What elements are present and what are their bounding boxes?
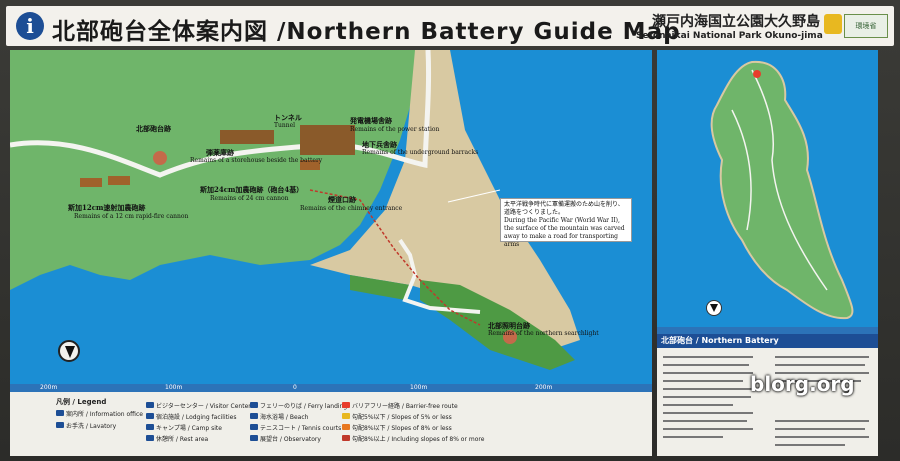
header-bar: i 北部砲台全体案内図 /Northern Battery Guide Map … [6, 6, 894, 46]
chimney-label: 煙道口跡 [328, 195, 356, 204]
storehouse-label-en: Remains of a storehouse beside the batte… [190, 157, 323, 164]
slope-8-plus-icon [342, 435, 350, 441]
beach-icon [250, 413, 258, 419]
power-station-remains [300, 125, 355, 155]
legend-item: 休憩所 / Rest area [146, 434, 208, 443]
text-line [775, 356, 869, 358]
text-line [663, 436, 723, 438]
cannon-label: 斯加24cm加農砲跡（砲台4基） [200, 185, 304, 194]
tunnel-label-en: Tunnel [274, 122, 296, 129]
text-line [663, 372, 753, 374]
power-station-label: 発電機場舎跡 [350, 116, 392, 125]
tennis-icon [250, 424, 258, 430]
barrier-free-route-icon [342, 402, 350, 408]
text-line [663, 356, 753, 358]
side-scale-bar [657, 327, 878, 334]
park-name: 瀬戸内海国立公園大久野島 Setonaikai National Park Ok… [636, 11, 823, 41]
text-line [663, 380, 743, 382]
side-compass-icon [706, 300, 722, 316]
power-station-label-en: Remains of the power station [350, 126, 440, 133]
map-scale-bar: 200m 100m 0 100m 200m [10, 384, 652, 392]
compass-icon [58, 340, 80, 362]
text-line [775, 436, 869, 438]
island-shape [710, 60, 854, 320]
scale-tick: 0 [293, 384, 297, 391]
searchlight-label-en: Remains of the northern searchlight [488, 330, 599, 337]
map-note-en: During the Pacific War (World War II), t… [504, 217, 625, 248]
text-line [775, 364, 865, 366]
watermark: blorg.org [750, 372, 855, 396]
scale-tick: 200m [535, 384, 553, 391]
map-note-jp: 太平洋戦争時代に軍備運搬のため山を削り、道路をつくりました。 [504, 201, 624, 216]
text-line [663, 388, 753, 390]
guide-board: i 北部砲台全体案内図 /Northern Battery Guide Map … [0, 0, 900, 461]
lodging-icon [146, 413, 154, 419]
scale-tick: 100m [410, 384, 428, 391]
map-note: 太平洋戦争時代に軍備運搬のため山を削り、道路をつくりました。 During th… [500, 198, 632, 248]
north-battery-label: 北部砲台跡 [136, 124, 171, 133]
side-panel-heading: 北部砲台 / Northern Battery [657, 334, 878, 348]
current-location-marker [753, 70, 761, 78]
scale-tick: 100m [165, 384, 183, 391]
slope-8-icon [342, 424, 350, 430]
park-logo-icon [824, 14, 842, 34]
legend-item: 勾配5%以下 / Slopes of 5% or less [342, 412, 452, 421]
park-name-jp: 瀬戸内海国立公園大久野島 [652, 14, 820, 30]
barracks-label-en: Remains of the underground barracks [362, 149, 479, 156]
legend-item: 海水浴場 / Beach [250, 412, 308, 421]
visitor-center-icon [146, 402, 154, 408]
legend-title: 凡例 / Legend [56, 398, 107, 406]
text-line [663, 420, 747, 422]
legend: 凡例 / Legend 案内所 / Information office お手洗… [10, 392, 652, 456]
rapid-cannon-label-en: Remains of a 12 cm rapid-fire cannon [74, 213, 189, 220]
observatory-icon [250, 435, 258, 441]
info-icon: i [16, 12, 44, 40]
text-line [775, 420, 869, 422]
text-line [663, 364, 749, 366]
rest-area-icon [146, 435, 154, 441]
text-line [663, 396, 751, 398]
legend-item: 案内所 / Information office [56, 409, 143, 418]
island-drawing [710, 60, 854, 320]
legend-item: バリアフリー経路 / Barrier-free route [342, 401, 458, 410]
text-line [663, 412, 753, 414]
text-line [663, 404, 733, 406]
camp-site-icon [146, 424, 154, 430]
legend-item: お手洗 / Lavatory [56, 421, 116, 430]
legend-item: 展望台 / Observatory [250, 434, 321, 443]
rapid-cannon-label: 斯加12cm速射加農砲跡 [68, 203, 146, 212]
legend-item: テニスコート / Tennis courts [250, 423, 341, 432]
ministry-logo: 環境省 [844, 14, 888, 38]
cannon-battery [220, 130, 274, 144]
ferry-icon [250, 402, 258, 408]
storehouse-remains [80, 178, 102, 187]
side-panel-text [657, 348, 878, 456]
page-title: 北部砲台全体案内図 /Northern Battery Guide Map [52, 19, 681, 45]
text-line [775, 444, 845, 446]
slope-5-icon [342, 413, 350, 419]
legend-item: ビジターセンター / Visitor Center [146, 401, 251, 410]
park-name-en: Setonaikai National Park Okuno-jima [636, 31, 823, 41]
cannon-label-en: Remains of 24 cm cannon [210, 195, 289, 202]
legend-item: 勾配8%以上 / Including slopes of 8% or more [342, 434, 484, 443]
chimney-label-en: Remains of the chimney entrance [300, 205, 403, 212]
legend-item: 勾配8%以下 / Slopes of 8% or less [342, 423, 452, 432]
storehouse-remains [108, 176, 130, 185]
main-map: トンネル Tunnel 発電機場舎跡 Remains of the power … [10, 50, 652, 390]
legend-item: フェリーのりば / Ferry landing [250, 401, 347, 410]
scale-tick: 200m [40, 384, 58, 391]
island-overview-map [657, 50, 878, 335]
battery-emplacement [153, 151, 167, 165]
info-office-icon [56, 410, 64, 416]
lavatory-icon [56, 422, 64, 428]
legend-item: 宿泊施設 / Lodging facilities [146, 412, 236, 421]
text-line [775, 428, 865, 430]
text-line [663, 428, 753, 430]
legend-item: キャンプ場 / Camp site [146, 423, 222, 432]
